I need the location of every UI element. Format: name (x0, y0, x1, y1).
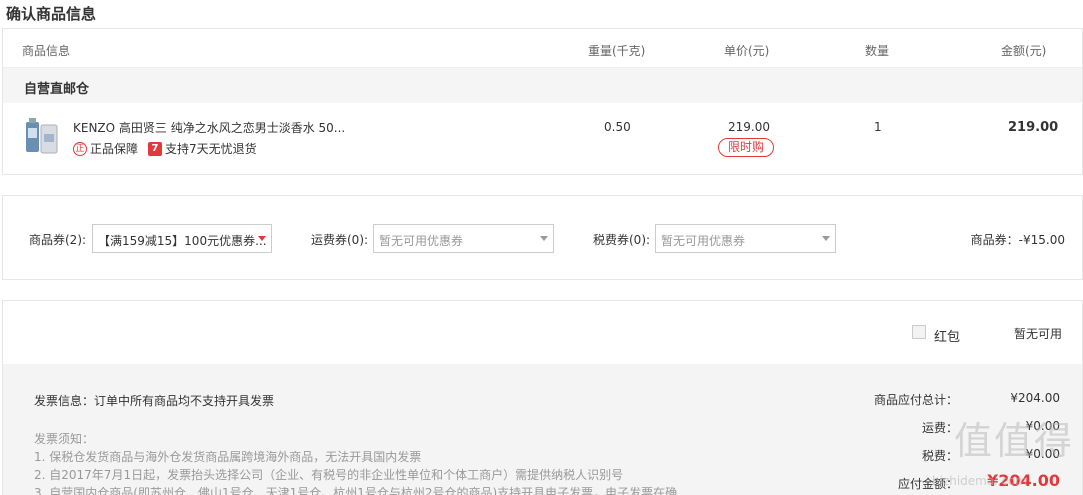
tax-coupon-value: 暂无可用优惠券 (661, 234, 746, 248)
goods-total-label: 商品应付总计： (873, 393, 958, 407)
genuine-guarantee-label: 正品保障 (90, 142, 139, 156)
item-amount: 219.00 (1008, 120, 1059, 135)
item-weight: 0.50 (604, 120, 631, 134)
payable-amount: ¥204.00 (987, 471, 1060, 490)
product-thumbnail[interactable] (23, 116, 61, 156)
header-unit-price: 单价(元) (724, 44, 770, 58)
goods-coupon-label: 商品券(2): (29, 233, 87, 247)
dropdown-arrow-icon (258, 236, 266, 241)
invoice-notice-line: 1. 保税仓发货商品与海外仓发货商品属跨境海外商品，无法开具国内发票 (34, 450, 422, 464)
tax-fee-label: 税费： (921, 449, 958, 463)
tax-coupon-label: 税费券(0): (593, 233, 651, 247)
shipping-coupon-label: 运费券(0): (311, 233, 369, 247)
header-amount: 金额(元) (1001, 44, 1047, 58)
goods-total-value: ¥204.00 (1010, 391, 1060, 405)
header-quantity: 数量 (865, 44, 890, 58)
table-row: KENZO 高田贤三 纯净之水风之恋男士淡香水 50... 正 正品保障 7 支… (3, 103, 1082, 175)
order-table: 商品信息 重量(千克) 单价(元) 数量 金额(元) 自营直邮仓 KENZO 高… (2, 28, 1083, 175)
seven-day-return-icon: 7 (148, 141, 163, 156)
tax-fee-value: ¥0.00 (1025, 447, 1060, 461)
page-title: 确认商品信息 (6, 5, 97, 23)
red-packet-section: 红包 暂无可用 (2, 300, 1083, 364)
red-packet-label: 红包 (934, 330, 961, 345)
product-name-link[interactable]: KENZO 高田贤三 纯净之水风之恋男士淡香水 50... (73, 119, 345, 136)
header-goods-info: 商品信息 (22, 44, 71, 58)
red-packet-checkbox[interactable] (912, 325, 926, 339)
tax-coupon-select[interactable]: 暂无可用优惠券 (655, 224, 836, 253)
invoice-notice-line: 2. 自2017年7月1日起，发票抬头选择公司（企业、有税号的非企业性单位和个体… (34, 468, 624, 482)
return-policy-label: 支持7天无忧退货 (165, 142, 257, 156)
invoice-notice-title: 发票须知： (34, 432, 95, 446)
genuine-icon: 正 (73, 141, 87, 156)
coupon-section: 商品券(2): 【满159减15】100元优惠券... 运费券(0): 暂无可用… (2, 195, 1083, 280)
dropdown-arrow-icon (540, 236, 548, 241)
item-unit-price: 219.00 (728, 120, 770, 134)
item-quantity: 1 (874, 120, 882, 134)
goods-coupon-select[interactable]: 【满159减15】100元优惠券... (92, 224, 272, 253)
dropdown-arrow-icon (822, 236, 830, 241)
goods-coupon-discount: 商品券：-¥15.00 (970, 233, 1065, 247)
invoice-summary-section: 发票信息：订单中所有商品均不支持开具发票 发票须知： 1. 保税仓发货商品与海外… (2, 364, 1083, 495)
table-header: 商品信息 重量(千克) 单价(元) 数量 金额(元) (3, 29, 1082, 68)
goods-coupon-value: 【满159减15】100元优惠券... (98, 234, 267, 248)
warehouse-label: 自营直邮仓 (24, 82, 90, 97)
invoice-notice-line: 3. 自营国内仓商品(即苏州仓、佛山1号仓、天津1号仓、杭州1号仓与杭州2号仓的… (34, 486, 678, 495)
red-packet-status: 暂无可用 (1014, 327, 1063, 341)
service-badges: 正 正品保障 7 支持7天无忧退货 (73, 140, 257, 157)
shipping-coupon-value: 暂无可用优惠券 (379, 234, 464, 248)
header-weight: 重量(千克) (588, 44, 646, 58)
limited-sale-badge: 限时购 (718, 138, 774, 157)
shipping-fee-label: 运费： (921, 421, 958, 435)
warehouse-header: 自营直邮仓 (3, 68, 1082, 103)
shipping-fee-value: ¥0.00 (1025, 419, 1060, 433)
shipping-coupon-select[interactable]: 暂无可用优惠券 (373, 224, 554, 253)
payable-label: 应付金额： (897, 477, 958, 491)
invoice-info: 发票信息：订单中所有商品均不支持开具发票 (34, 394, 275, 408)
